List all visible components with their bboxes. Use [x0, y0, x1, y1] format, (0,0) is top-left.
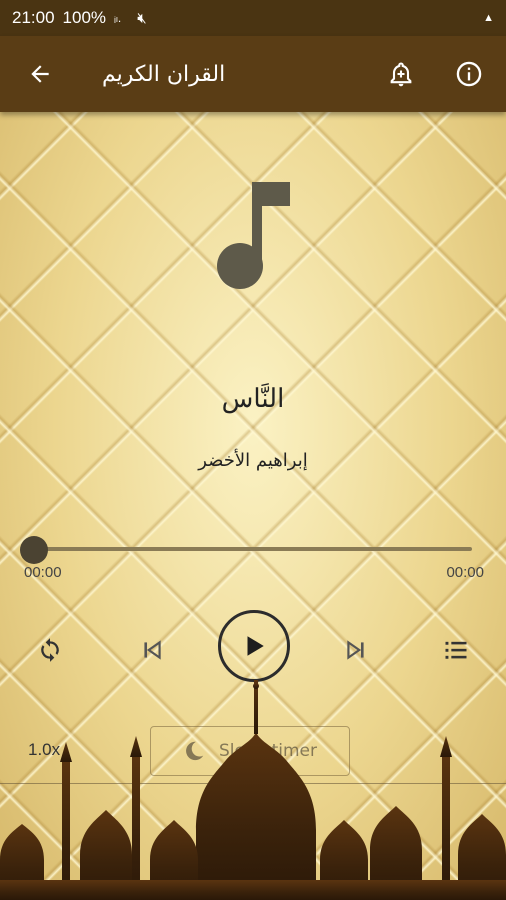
playback-speed[interactable]: 1.0x [28, 740, 60, 760]
seek-thumb[interactable] [20, 536, 48, 564]
signal-icon: ᵢₗ. [114, 11, 122, 25]
arrow-left-icon [31, 65, 49, 83]
play-button[interactable] [218, 610, 290, 682]
skip-next-icon [347, 640, 364, 660]
data-indicator-icon: ▲ [483, 12, 494, 24]
alarm-add-icon [390, 62, 412, 87]
status-time: 21:00 [12, 8, 55, 27]
music-note-icon [217, 182, 290, 289]
page-title: القران الكريم [102, 61, 226, 87]
status-battery: 100% [62, 8, 107, 27]
player-content: النَّاس إبراهيم الأخضر 00:00 00:00 1.0x … [0, 112, 506, 900]
info-icon [456, 61, 482, 87]
back-button[interactable] [14, 48, 66, 100]
previous-button[interactable] [132, 630, 172, 670]
skip-previous-icon [144, 640, 161, 660]
status-left: 21:00 100% ᵢₗ. 🔇︎ [12, 8, 147, 28]
seek-bar[interactable] [34, 547, 472, 551]
status-bar: 21:00 100% ᵢₗ. 🔇︎ ▲ [0, 0, 506, 36]
total-duration: 00:00 [446, 564, 484, 581]
alarm-button[interactable] [378, 51, 424, 97]
app-toolbar: القران الكريم [0, 36, 506, 112]
track-title: النَّاس [221, 384, 285, 414]
mute-icon: 🔇︎ [137, 9, 147, 27]
next-button[interactable] [336, 630, 376, 670]
sleep-timer-label: Sleep timer [218, 741, 318, 761]
moon-icon [186, 741, 204, 761]
repeat-icon [41, 638, 59, 662]
track-artist: إبراهيم الأخضر [198, 450, 308, 471]
info-button[interactable] [446, 51, 492, 97]
repeat-button[interactable] [30, 630, 70, 670]
play-icon [247, 636, 264, 656]
sleep-timer-button[interactable]: Sleep timer [150, 726, 350, 776]
playlist-icon [445, 641, 467, 659]
elapsed-time: 00:00 [24, 564, 62, 581]
playlist-button[interactable] [436, 630, 476, 670]
